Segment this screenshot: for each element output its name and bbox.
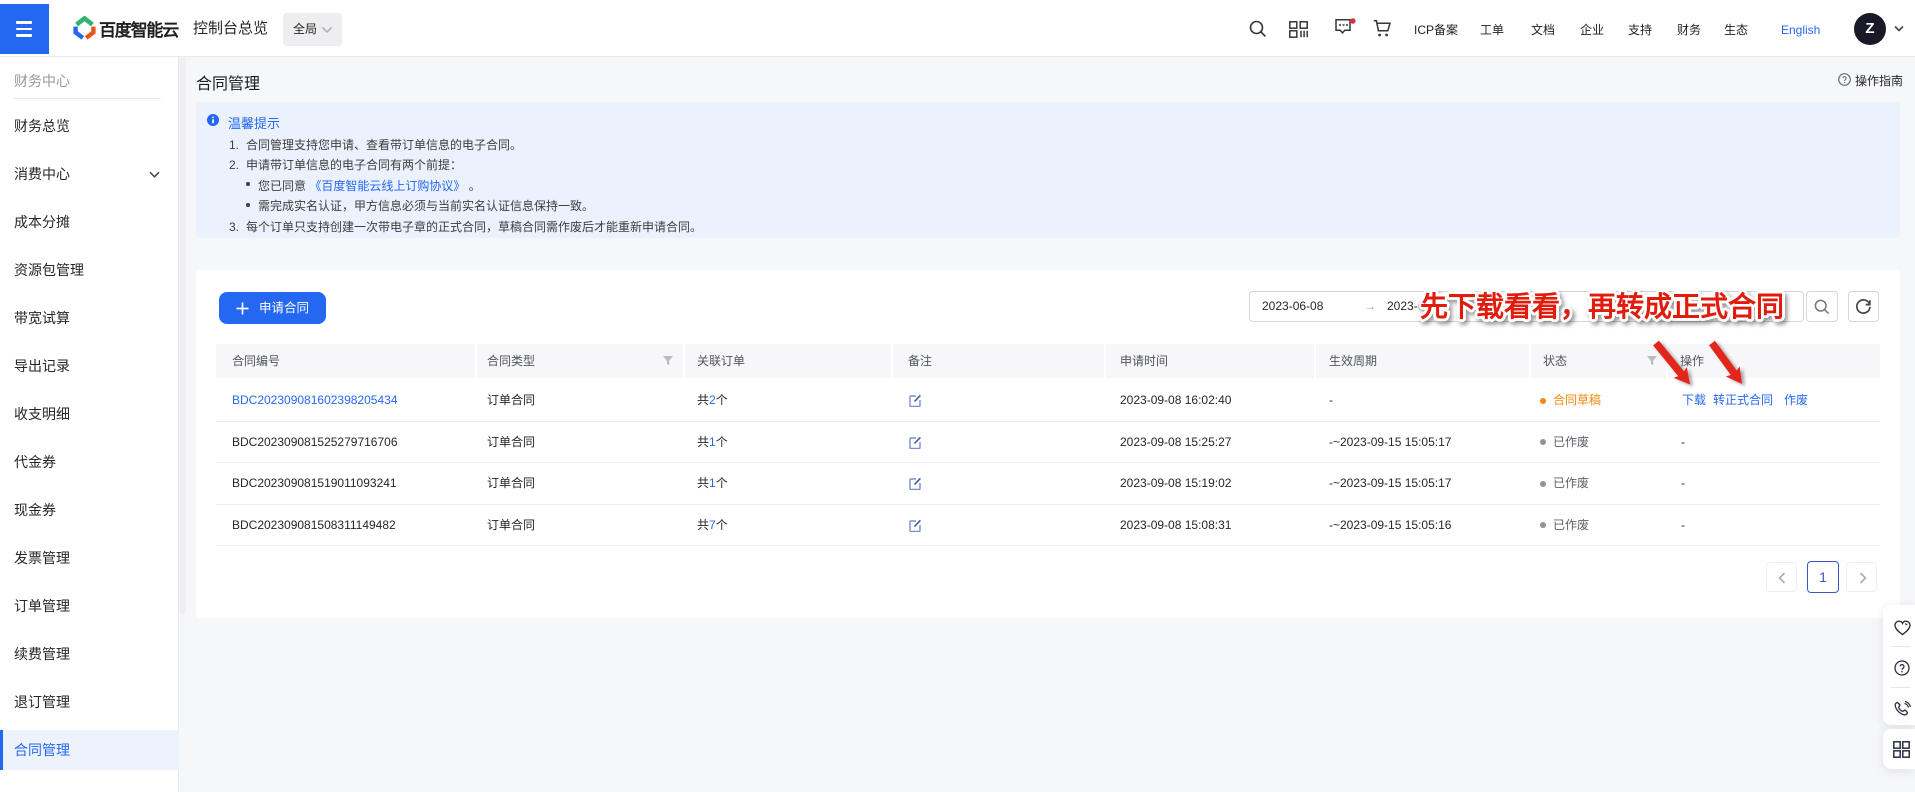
svg-text:先下载看看，再转成正式合同: 先下载看看，再转成正式合同: [1420, 290, 1784, 323]
